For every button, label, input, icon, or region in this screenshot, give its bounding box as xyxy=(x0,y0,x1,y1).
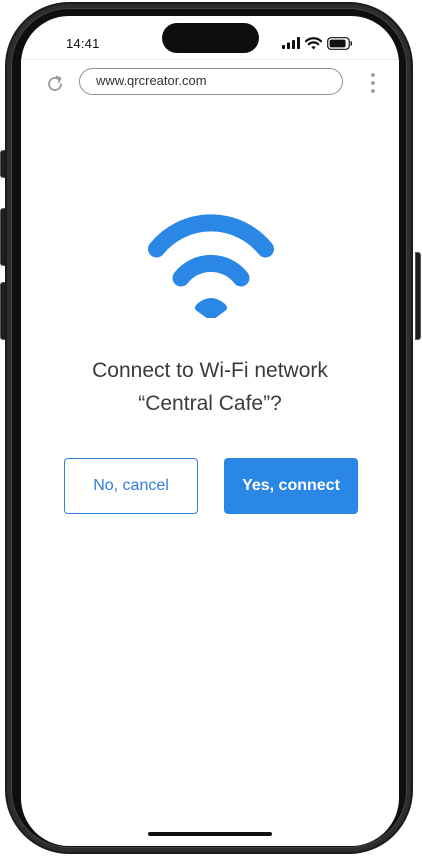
cancel-button[interactable]: No, cancel xyxy=(64,458,198,514)
status-time: 14:41 xyxy=(66,36,100,51)
prompt-line-1: Connect to Wi-Fi network xyxy=(92,359,328,382)
connect-button[interactable]: Yes, connect xyxy=(224,458,358,514)
signal-icon xyxy=(282,37,300,49)
wifi-icon xyxy=(305,36,322,50)
prompt-line-2: “Central Cafe”? xyxy=(138,392,282,415)
dynamic-island xyxy=(162,23,259,53)
power-button xyxy=(415,252,421,340)
phone-screen: 14:41 www.qrcreator.com Connect to Wi-Fi… xyxy=(21,16,399,846)
wifi-icon xyxy=(141,206,281,320)
battery-icon xyxy=(327,36,353,50)
reload-icon[interactable] xyxy=(44,73,66,95)
more-options-icon[interactable] xyxy=(367,70,379,96)
url-field[interactable]: www.qrcreator.com xyxy=(79,68,343,95)
connect-prompt: Connect to Wi-Fi network “Central Cafe”? xyxy=(21,354,399,420)
browser-toolbar: www.qrcreator.com xyxy=(21,59,399,108)
status-icons xyxy=(282,36,353,50)
home-indicator[interactable] xyxy=(148,832,272,836)
